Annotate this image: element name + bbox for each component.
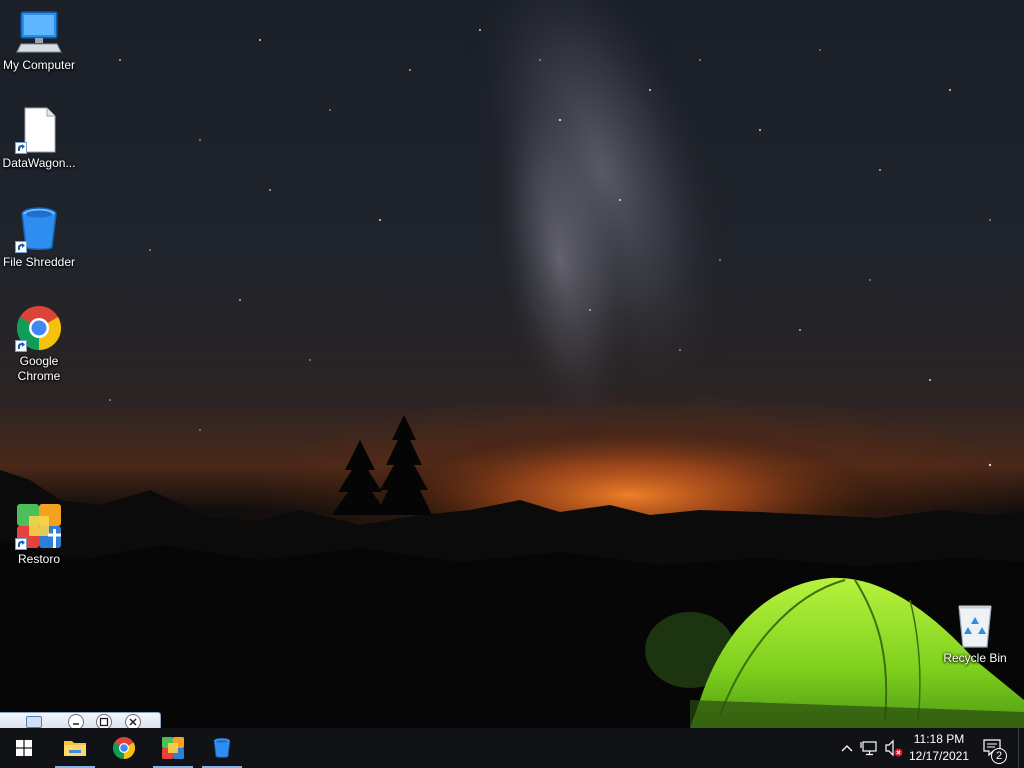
wallpaper-image: [0, 0, 1024, 728]
shortcut-arrow-icon: [15, 340, 27, 352]
restoro-icon: [15, 502, 63, 550]
taskbar-google-chrome[interactable]: [100, 728, 148, 768]
show-hidden-icons-button[interactable]: [837, 738, 857, 758]
desktop-icon-restoro[interactable]: Restoro: [0, 502, 78, 567]
desktop-icon-label: Recycle Bin: [943, 651, 1007, 665]
action-center-button[interactable]: 2: [976, 728, 1016, 768]
desktop-icon-file-shredder[interactable]: File Shredder: [0, 205, 78, 270]
maximize-icon: [99, 717, 109, 727]
maximize-button[interactable]: [96, 714, 112, 728]
blue-bucket-icon: [15, 205, 63, 253]
volume-muted-icon: [885, 739, 903, 757]
restoro-icon: [162, 737, 184, 759]
desktop-icon-my-computer[interactable]: My Computer: [0, 8, 78, 73]
volume-button[interactable]: [884, 738, 904, 758]
clock-date: 12/17/2021: [908, 749, 970, 763]
taskbar-file-explorer[interactable]: [51, 728, 99, 768]
shortcut-arrow-icon: [15, 241, 27, 253]
desktop-icon-google-chrome[interactable]: Google Chrome: [0, 304, 78, 384]
desktop-icon-recycle-bin[interactable]: Recycle Bin: [936, 601, 1014, 666]
notification-count-badge: 2: [991, 748, 1007, 764]
desktop-icon-label: Restoro: [17, 552, 61, 566]
window-icon: [26, 716, 42, 728]
computer-icon: [15, 8, 63, 56]
blue-bucket-icon: [213, 737, 231, 758]
desktop-icon-label: Google Chrome: [17, 354, 61, 383]
taskbar-file-shredder[interactable]: [198, 728, 246, 768]
folder-icon: [64, 741, 86, 756]
windows-logo-icon: [16, 740, 32, 756]
taskbar: 11:18 PM 12/17/2021 2: [0, 728, 1024, 768]
chevron-up-icon: [841, 745, 853, 752]
start-button[interactable]: [0, 728, 48, 768]
taskbar-clock[interactable]: 11:18 PM 12/17/2021: [903, 731, 975, 765]
minimize-button[interactable]: [68, 714, 84, 728]
close-icon: [129, 718, 137, 726]
shortcut-arrow-icon: [15, 538, 27, 550]
desktop-icon-datawagon[interactable]: DataWagon...: [0, 106, 78, 171]
network-button[interactable]: [860, 738, 880, 758]
minimize-icon: [73, 723, 79, 725]
recycle-bin-icon: [951, 601, 999, 649]
taskbar-restoro[interactable]: [149, 728, 197, 768]
clock-time: 11:18 PM: [913, 732, 965, 746]
blank-file-icon: [15, 106, 63, 154]
close-button[interactable]: [125, 714, 141, 728]
desktop-icon-label: My Computer: [2, 58, 76, 72]
chrome-icon: [15, 304, 63, 352]
show-desktop-button[interactable]: [1018, 728, 1024, 768]
desktop[interactable]: My Computer DataWagon... File Shredder G…: [0, 0, 1024, 728]
minimized-window-bar[interactable]: [0, 712, 161, 728]
desktop-icon-label: File Shredder: [2, 255, 76, 269]
chrome-icon: [113, 737, 135, 759]
desktop-icon-label: DataWagon...: [2, 156, 76, 170]
shortcut-arrow-icon: [15, 142, 27, 154]
network-icon: [860, 741, 877, 756]
